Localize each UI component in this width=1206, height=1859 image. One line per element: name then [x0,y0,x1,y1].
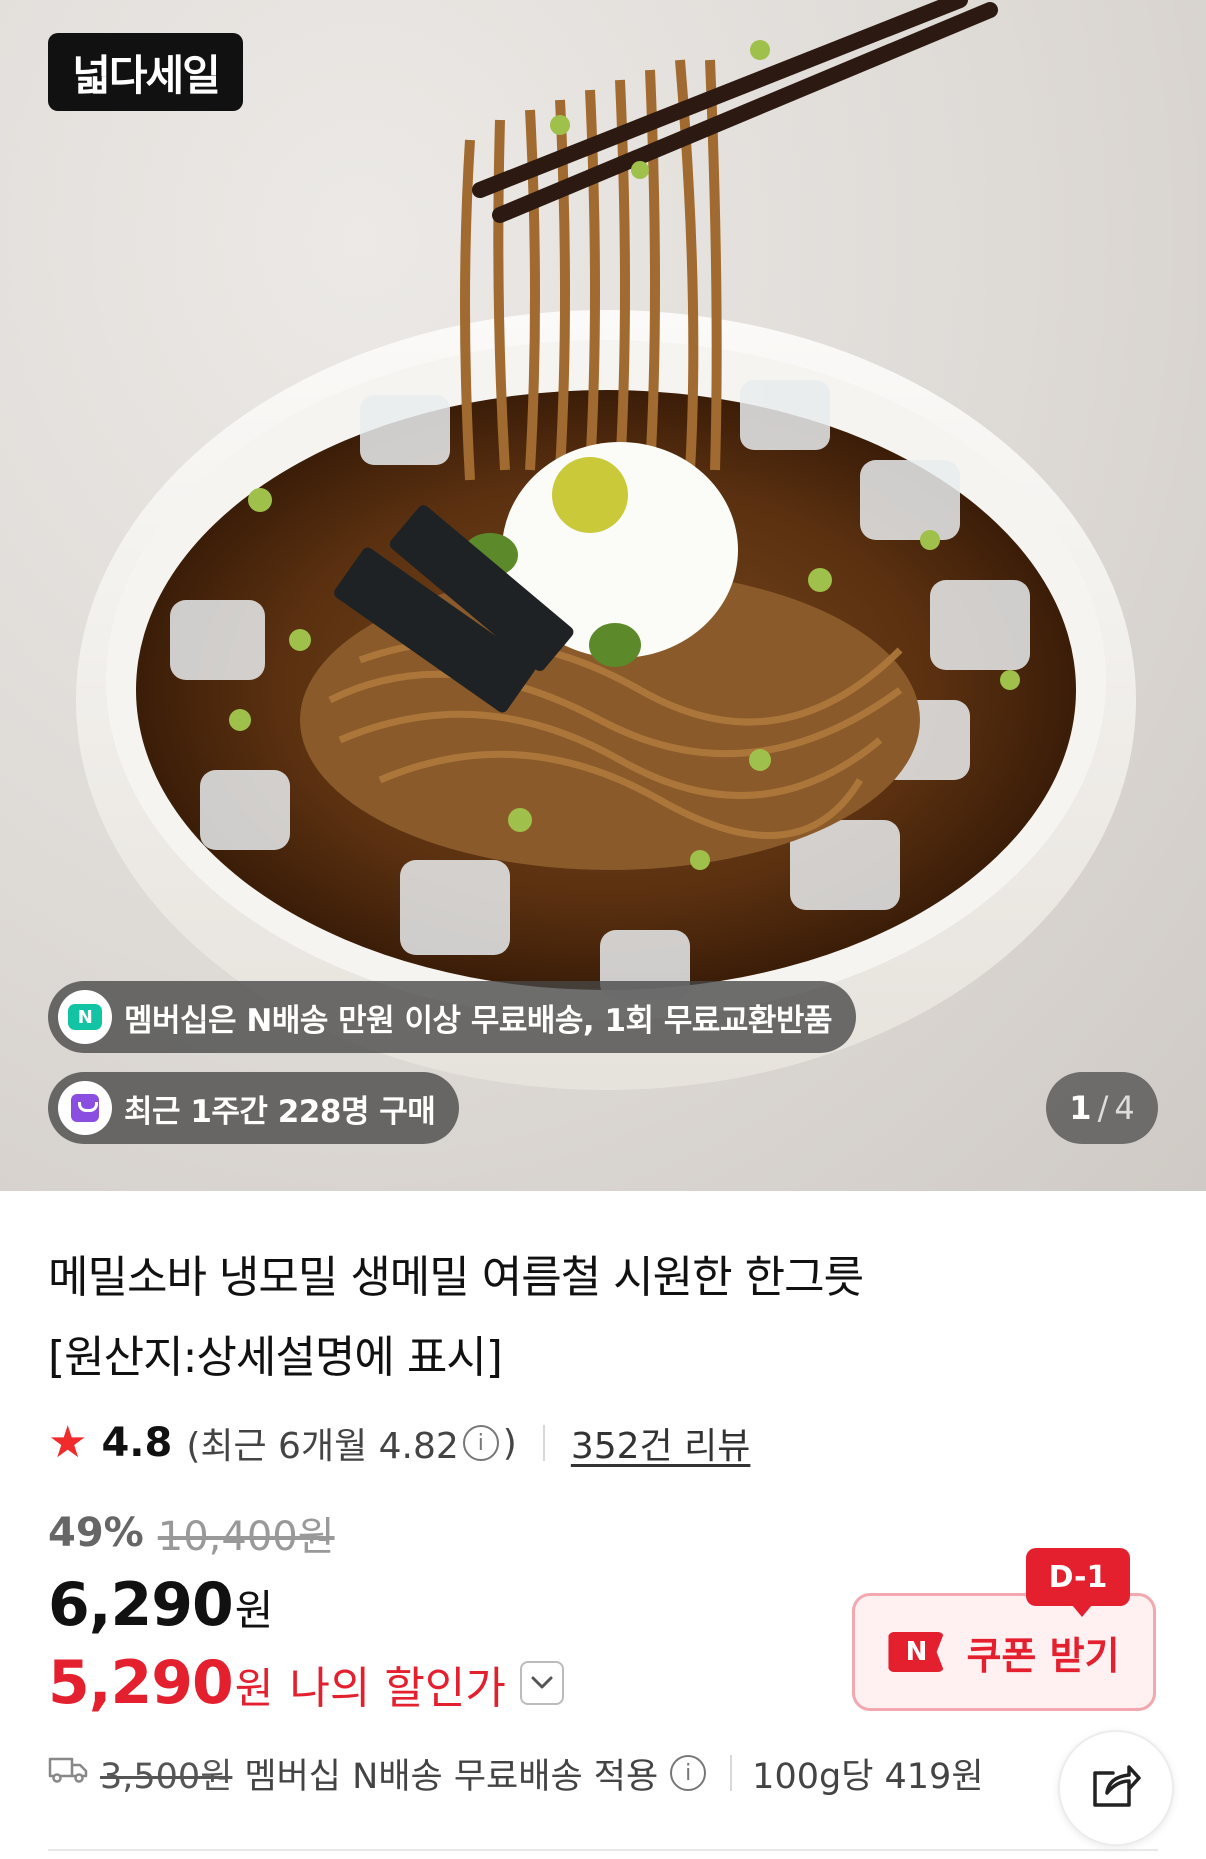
brand-logo-text: 넓다세일 [72,50,221,100]
sale-price-value: 6,290 [48,1570,234,1640]
my-price-label: 나의 할인가 [289,1663,506,1714]
counter-current: 1 [1069,1089,1092,1127]
coupon-button[interactable]: N 쿠폰 받기 [852,1593,1156,1711]
review-count-link[interactable]: 352건 리뷰 [571,1417,751,1469]
counter-total: 4 [1114,1089,1135,1127]
recent-purchase-text: 최근 1주간 228명 구매 [124,1093,436,1130]
my-price-value: 5,290 [48,1648,234,1718]
dday-badge: D-1 [1026,1548,1130,1617]
sale-price-unit: 원 [234,1586,274,1635]
sale-price: 6,290 원 [48,1570,273,1640]
info-circle-icon[interactable]: i [462,1425,499,1461]
section-divider [48,1849,1158,1851]
naver-n-badge: N [888,1632,945,1672]
discount-row: 49% 10,400원 [48,1505,335,1561]
shipping-info-icon[interactable]: i [670,1755,707,1791]
divider [542,1425,545,1461]
rating-row: ★ 4.8 (최근 6개월 4.82 i ) 352건 리뷰 [48,1415,750,1471]
counter-separator: / [1097,1089,1109,1127]
divider [730,1755,733,1791]
recent-rating-close: ) [502,1422,517,1464]
rating-score: 4.8 [101,1420,173,1466]
coupon-label: 쿠폰 받기 [966,1633,1120,1678]
unit-price: 100g당 419원 [752,1756,984,1797]
product-title: 메밀소바 냉모밀 생메밀 여름철 시원한 한그릇 [원산지:상세설명에 표시] [48,1238,1048,1398]
shipping-row: 3,500원 멤버십 N배송 무료배송 적용 i 100g당 419원 [48,1745,984,1801]
product-title-line2: [원산지:상세설명에 표시] [48,1332,503,1383]
recent-purchase-pill: 최근 1주간 228명 구매 [48,1072,460,1144]
chevron-down-icon[interactable] [519,1661,564,1705]
my-discount-price[interactable]: 5,290 원 나의 할인가 [48,1648,564,1718]
star-icon: ★ [48,1417,88,1468]
shipping-benefit-text: 멤버십 N배송 무료배송 적용 [244,1756,659,1797]
share-button[interactable] [1058,1730,1174,1846]
product-title-line1: 메밀소바 냉모밀 생메밀 여름철 시원한 한그릇 [48,1252,864,1303]
product-image-carousel[interactable]: 넓다세일 N 멤버십은 N배송 만원 이상 무료배송, 1회 무료교환반품 최근… [0,0,1206,1191]
recent-rating-text: (최근 6개월 4.82 [186,1426,459,1467]
truck-icon [48,1753,88,1793]
original-price: 10,400원 [157,1514,335,1560]
image-page-counter: 1 / 4 [1046,1072,1158,1144]
shopping-bag-icon [58,1081,112,1135]
share-icon [1089,1761,1143,1815]
n-delivery-icon: N [58,990,112,1044]
original-shipping-fee: 3,500원 [100,1756,233,1797]
brand-logo-badge: 넓다세일 [48,33,243,111]
dday-text: D-1 [1048,1559,1108,1595]
discount-rate: 49% [48,1510,144,1556]
membership-benefit-pill[interactable]: N 멤버십은 N배송 만원 이상 무료배송, 1회 무료교환반품 [48,981,856,1053]
membership-benefit-text: 멤버십은 N배송 만원 이상 무료배송, 1회 무료교환반품 [124,1002,832,1039]
my-price-unit: 원 [234,1664,274,1713]
